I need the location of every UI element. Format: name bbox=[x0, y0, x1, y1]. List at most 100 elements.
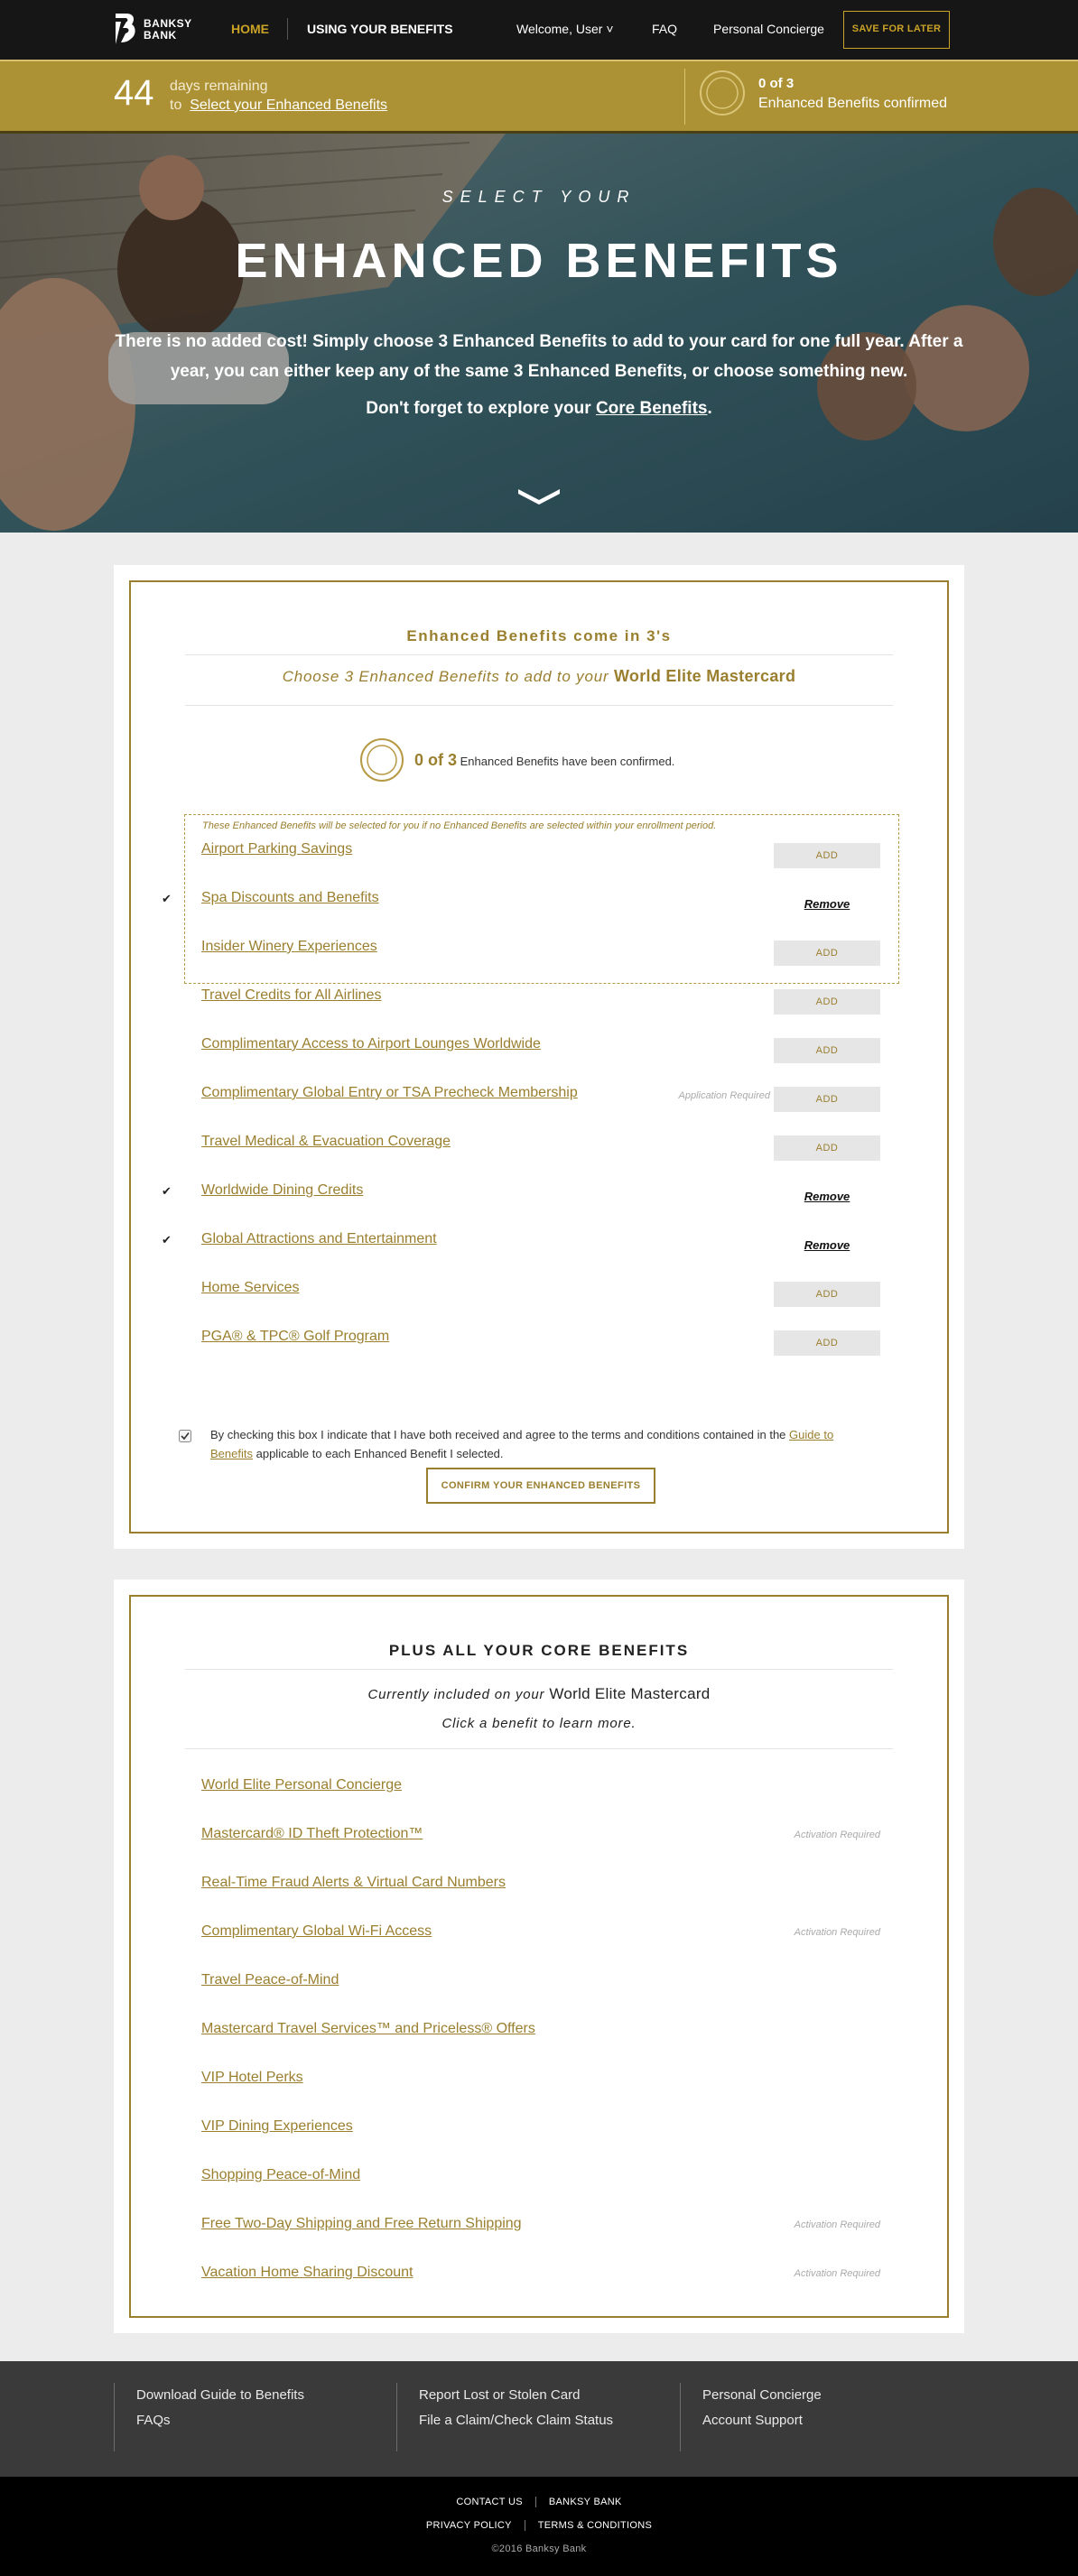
core-benefit-row: VIP Dining Experiences bbox=[131, 2115, 947, 2151]
core-sub-prefix: Currently included on your bbox=[367, 1687, 545, 1702]
add-benefit-button[interactable]: ADD bbox=[774, 1135, 880, 1161]
core-benefits-link[interactable]: Core Benefits bbox=[596, 399, 708, 418]
core-benefit-row: Mastercard Travel Services™ and Priceles… bbox=[131, 2017, 947, 2053]
selected-check-icon: ✔ bbox=[162, 1184, 172, 1198]
add-benefit-button[interactable]: ADD bbox=[774, 1038, 880, 1063]
selected-check-icon: ✔ bbox=[162, 892, 172, 905]
enhanced-benefit-row: ✔ Worldwide Dining Credits Remove bbox=[131, 1179, 947, 1215]
core-benefit-link[interactable]: VIP Hotel Perks bbox=[201, 2070, 303, 2086]
enhanced-benefit-link[interactable]: Worldwide Dining Credits bbox=[201, 1182, 363, 1199]
enhanced-benefit-row: Complimentary Access to Airport Lounges … bbox=[131, 1033, 947, 1069]
nav-using-benefits-link[interactable]: USING YOUR BENEFITS bbox=[307, 22, 453, 36]
footer-concierge-link[interactable]: Personal Concierge bbox=[702, 2383, 822, 2408]
core-benefit-link[interactable]: Shopping Peace-of-Mind bbox=[201, 2167, 360, 2183]
report-lost-card-link[interactable]: Report Lost or Stolen Card bbox=[419, 2383, 613, 2408]
hero-banner: SELECT YOUR ENHANCED BENEFITS There is n… bbox=[0, 134, 1078, 533]
privacy-policy-link[interactable]: PRIVACY POLICY bbox=[426, 2520, 512, 2531]
add-benefit-button[interactable]: ADD bbox=[774, 1282, 880, 1307]
nav-faq-link[interactable]: FAQ bbox=[652, 22, 677, 36]
add-benefit-button[interactable]: ADD bbox=[774, 843, 880, 868]
banksy-bank-logo[interactable]: BANKSY BANK bbox=[114, 12, 213, 48]
banksy-bank-link[interactable]: BANKSY BANK bbox=[549, 2497, 622, 2507]
core-benefit-row: Mastercard® ID Theft Protection™ Activati… bbox=[131, 1822, 947, 1858]
core-heading: PLUS ALL YOUR CORE BENEFITS bbox=[388, 1642, 690, 1659]
enhanced-benefit-row: PGA® & TPC® Golf Program ADD bbox=[131, 1325, 947, 1361]
separator bbox=[534, 2497, 536, 2508]
file-claim-link[interactable]: File a Claim/Check Claim Status bbox=[419, 2408, 613, 2433]
terms-conditions-link[interactable]: TERMS & CONDITIONS bbox=[538, 2520, 652, 2531]
activation-required-note: Activation Required bbox=[794, 2219, 880, 2230]
core-benefit-row: Complimentary Global Wi-Fi Access Activat… bbox=[131, 1920, 947, 1956]
enhanced-benefit-link[interactable]: Home Services bbox=[201, 1280, 299, 1296]
add-benefit-button[interactable]: ADD bbox=[774, 989, 880, 1015]
terms-suffix: applicable to each Enhanced Benefit I se… bbox=[256, 1447, 504, 1460]
footer-column-3: Personal Concierge Account Support bbox=[680, 2383, 822, 2451]
enrollment-status-bar: 44 days remaining to Select your Enhance… bbox=[0, 60, 1078, 134]
enhanced-benefit-link[interactable]: Airport Parking Savings bbox=[201, 841, 352, 857]
download-guide-link[interactable]: Download Guide to Benefits bbox=[136, 2383, 304, 2408]
top-navigation: BANKSY BANK HOME USING YOUR BENEFITS Wel… bbox=[0, 0, 1078, 60]
welcome-user-dropdown[interactable]: Welcome, User ˅ bbox=[516, 22, 614, 36]
enhanced-benefit-link[interactable]: Global Attractions and Entertainment bbox=[201, 1231, 437, 1247]
confirmed-progress-ring-icon bbox=[700, 70, 745, 116]
core-benefit-row: World Elite Personal Concierge bbox=[131, 1774, 947, 1810]
core-benefit-link[interactable]: Travel Peace-of-Mind bbox=[201, 1972, 339, 1988]
core-benefit-link[interactable]: Vacation Home Sharing Discount bbox=[201, 2265, 414, 2281]
nav-divider bbox=[287, 18, 288, 40]
remove-benefit-button[interactable]: Remove bbox=[774, 1190, 880, 1203]
default-benefits-note: These Enhanced Benefits will be selected… bbox=[202, 820, 717, 831]
enhanced-benefit-link[interactable]: PGA® & TPC® Golf Program bbox=[201, 1329, 389, 1345]
hero-sub-prefix: Don't forget to explore your bbox=[366, 399, 591, 418]
core-benefit-row: Free Two-Day Shipping and Free Return Sh… bbox=[131, 2212, 947, 2248]
terms-prefix: By checking this box I indicate that I h… bbox=[210, 1428, 786, 1441]
faqs-link[interactable]: FAQs bbox=[136, 2408, 304, 2433]
copyright: ©2016 Banksy Bank bbox=[491, 2544, 587, 2554]
core-benefit-link[interactable]: Free Two-Day Shipping and Free Return Sh… bbox=[201, 2216, 522, 2232]
confirmed-count: 0 of 3 bbox=[758, 76, 795, 91]
core-subheading: Currently included on your World Elite M… bbox=[131, 1680, 947, 1738]
core-benefit-link[interactable]: Real-Time Fraud Alerts & Virtual Card Nu… bbox=[201, 1875, 506, 1891]
enhanced-benefit-row: ✔ Spa Discounts and Benefits Remove bbox=[131, 886, 947, 922]
remove-benefit-button[interactable]: Remove bbox=[774, 897, 880, 911]
activation-required-note: Activation Required bbox=[794, 2268, 880, 2279]
core-benefit-link[interactable]: World Elite Personal Concierge bbox=[201, 1777, 402, 1793]
enhanced-benefit-link[interactable]: Spa Discounts and Benefits bbox=[201, 890, 379, 906]
enhanced-benefit-link[interactable]: Complimentary Global Entry or TSA Preche… bbox=[201, 1085, 578, 1101]
footer-column-1: Download Guide to Benefits FAQs bbox=[114, 2383, 304, 2451]
enhanced-benefit-link[interactable]: Insider Winery Experiences bbox=[201, 939, 377, 955]
nav-personal-concierge-link[interactable]: Personal Concierge bbox=[713, 22, 824, 36]
add-benefit-button[interactable]: ADD bbox=[774, 1330, 880, 1356]
terms-checkbox[interactable] bbox=[179, 1430, 191, 1442]
enhanced-benefit-row: Home Services ADD bbox=[131, 1276, 947, 1312]
confirmation-status: 0 of 3 Enhanced Benefits have been confi… bbox=[414, 751, 674, 770]
enhanced-benefit-link[interactable]: Complimentary Access to Airport Lounges … bbox=[201, 1036, 541, 1052]
core-benefit-link[interactable]: Complimentary Global Wi-Fi Access bbox=[201, 1923, 432, 1940]
core-benefit-row: VIP Hotel Perks bbox=[131, 2066, 947, 2102]
select-enhanced-benefits-link[interactable]: Select your Enhanced Benefits bbox=[190, 97, 387, 113]
core-benefit-row: Real-Time Fraud Alerts & Virtual Card Nu… bbox=[131, 1871, 947, 1907]
core-benefit-link[interactable]: Mastercard® ID Theft Protection™ bbox=[201, 1826, 423, 1842]
core-benefit-link[interactable]: Mastercard Travel Services™ and Priceles… bbox=[201, 2021, 535, 2037]
confirm-enhanced-benefits-button[interactable]: CONFIRM YOUR ENHANCED BENEFITS bbox=[426, 1468, 655, 1504]
hero-sub-suffix: . bbox=[707, 399, 712, 418]
add-benefit-button[interactable]: ADD bbox=[774, 1087, 880, 1112]
enhanced-benefit-link[interactable]: Travel Medical & Evacuation Coverage bbox=[201, 1134, 451, 1150]
enhanced-benefit-link[interactable]: Travel Credits for All Airlines bbox=[201, 987, 381, 1004]
save-for-later-button[interactable]: SAVE FOR LATER bbox=[843, 11, 950, 49]
contact-us-link[interactable]: CONTACT US bbox=[456, 2497, 523, 2507]
add-benefit-button[interactable]: ADD bbox=[774, 941, 880, 966]
hero-eyebrow: SELECT YOUR bbox=[441, 188, 637, 206]
remove-benefit-button[interactable]: Remove bbox=[774, 1238, 880, 1252]
scroll-down-chevron-icon[interactable] bbox=[516, 486, 562, 507]
enhanced-benefit-row: ✔ Global Attractions and Entertainment Rem… bbox=[131, 1228, 947, 1264]
nav-home-link[interactable]: HOME bbox=[231, 22, 269, 36]
account-support-link[interactable]: Account Support bbox=[702, 2408, 822, 2433]
benefit-requirement-note: Application Required bbox=[678, 1090, 770, 1101]
hero-title: ENHANCED BENEFITS bbox=[235, 234, 843, 288]
core-sub-instruction: Click a benefit to learn more. bbox=[441, 1716, 637, 1731]
core-benefit-link[interactable]: VIP Dining Experiences bbox=[201, 2118, 353, 2135]
card-name: World Elite Mastercard bbox=[613, 667, 796, 685]
footer-column-2: Report Lost or Stolen Card File a Claim/… bbox=[396, 2383, 613, 2451]
enhanced-benefits-frame: Enhanced Benefits come in 3's Choose 3 E… bbox=[129, 580, 949, 1534]
days-remaining-label: days remaining bbox=[170, 79, 268, 94]
